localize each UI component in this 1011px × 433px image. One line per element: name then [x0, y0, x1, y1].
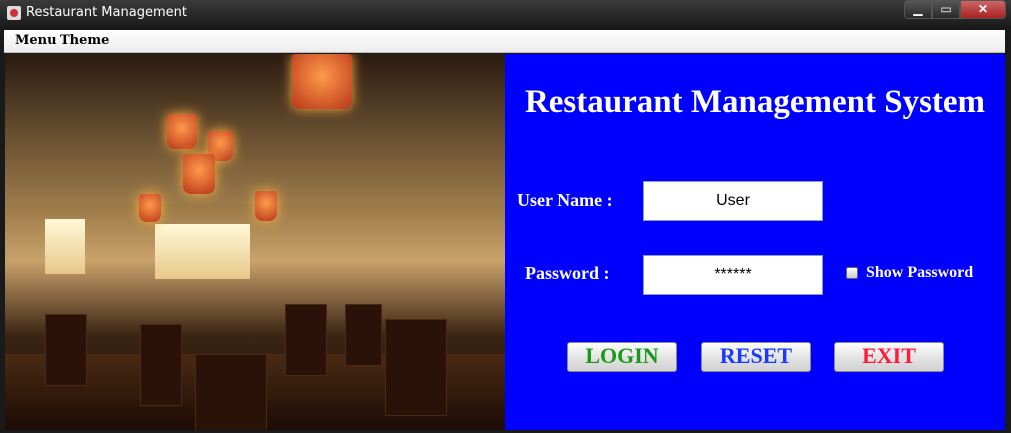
reset-button[interactable]: RESET	[701, 342, 811, 372]
login-panel: Restaurant Management System User Name :…	[505, 54, 1005, 430]
app-window: Restaurant Management ▁ ▭ ✕ Menu Theme R…	[0, 0, 1011, 433]
java-app-icon	[7, 6, 21, 20]
title-bar: Restaurant Management ▁ ▭ ✕	[0, 0, 1011, 26]
username-field[interactable]	[643, 181, 823, 221]
login-button[interactable]: LOGIN	[567, 342, 677, 372]
password-field[interactable]	[643, 255, 823, 295]
show-password-checkbox[interactable]	[846, 267, 858, 279]
close-button[interactable]: ✕	[960, 0, 1006, 19]
show-password-label: Show Password	[866, 264, 974, 281]
window-title: Restaurant Management	[26, 5, 187, 20]
username-label: User Name :	[517, 190, 613, 210]
menu-bar: Menu Theme	[4, 30, 1005, 53]
restaurant-interior-image	[5, 54, 505, 430]
password-label: Password :	[525, 263, 610, 283]
menu-item-menu[interactable]: Menu	[15, 33, 57, 48]
exit-button[interactable]: EXIT	[834, 342, 944, 372]
menu-item-theme[interactable]: Theme	[60, 33, 109, 48]
minimize-button[interactable]: ▁	[904, 0, 932, 19]
app-title: Restaurant Management System	[524, 84, 986, 120]
maximize-button[interactable]: ▭	[932, 0, 960, 19]
